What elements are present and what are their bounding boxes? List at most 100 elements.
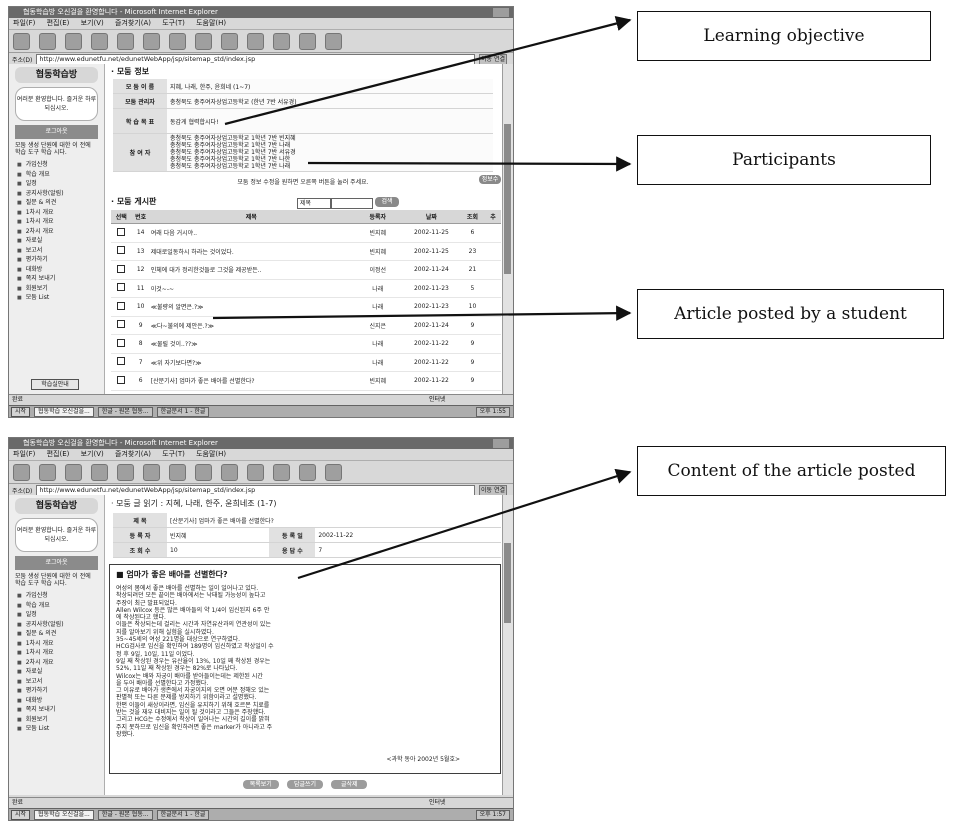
sidebar-item-library[interactable]: 자료실 — [17, 667, 104, 677]
home-icon[interactable] — [117, 32, 134, 50]
menu-favorites[interactable]: 즐겨찾기(A) — [115, 450, 151, 458]
sidebar-item-evaluation[interactable]: 평가하기 — [17, 686, 104, 696]
back-icon[interactable] — [13, 463, 30, 481]
messenger-icon[interactable] — [325, 32, 342, 50]
menu-view[interactable]: 보기(V) — [81, 19, 104, 27]
sidebar-item-session2[interactable]: 2차시 개요 — [17, 227, 104, 237]
taskbar-item[interactable]: 한글 - 원본 협동... — [97, 809, 153, 820]
menu-tools[interactable]: 도구(T) — [162, 450, 185, 458]
sidebar-item-join[interactable]: 가입신청 — [17, 591, 104, 601]
row-title-link[interactable]: ≪위 자기보다면?≫ — [149, 353, 353, 372]
menu-edit[interactable]: 편집(E) — [47, 450, 70, 458]
menu-help[interactable]: 도움말(H) — [196, 19, 226, 27]
row-title-link[interactable]: ≪물릴 것이..??≫ — [149, 334, 353, 354]
row-checkbox[interactable] — [117, 357, 126, 366]
row-checkbox[interactable] — [117, 264, 126, 273]
sidebar-item-message[interactable]: 쪽지 보내기 — [17, 705, 104, 715]
row-title-link[interactable]: ≪다~불의에 제안은.?≫ — [149, 316, 353, 335]
row-title-link[interactable]: ≪불량의 알면은.?≫ — [149, 297, 353, 317]
favorites-icon[interactable] — [169, 463, 186, 481]
sidebar-item-session1b[interactable]: 1차시 개요 — [17, 648, 104, 658]
scrollbar-thumb[interactable] — [504, 543, 511, 623]
sidebar-item-library[interactable]: 자료실 — [17, 236, 104, 246]
forward-icon[interactable] — [39, 463, 56, 481]
classroom-guide-button[interactable]: 학습실안내 — [31, 379, 79, 390]
taskbar-item[interactable]: 협동학습 오신걸을... — [34, 809, 94, 820]
edit-icon[interactable] — [299, 463, 316, 481]
list-button[interactable]: 목록보기 — [242, 780, 279, 789]
scrollbar-thumb[interactable] — [504, 124, 511, 274]
sidebar-item-session1[interactable]: 1차시 개요 — [17, 208, 104, 218]
stop-icon[interactable] — [65, 463, 82, 481]
row-checkbox[interactable] — [117, 338, 126, 347]
sidebar-item-session1[interactable]: 1차시 개요 — [17, 639, 104, 649]
history-icon[interactable] — [221, 463, 238, 481]
row-checkbox[interactable] — [117, 375, 126, 384]
window-controls[interactable] — [493, 8, 509, 17]
row-title-link[interactable]: 인체에 대가 정리한것들로 그것을 제공받든.. — [149, 260, 353, 280]
favorites-icon[interactable] — [169, 32, 186, 50]
search-button[interactable]: 검색 — [375, 197, 399, 207]
sidebar-item-chat[interactable]: 대화방 — [17, 265, 104, 275]
taskbar-item[interactable]: 한글 - 원본 협동... — [97, 406, 153, 417]
row-title-link[interactable]: 여래 다음 거시야.. — [149, 223, 353, 243]
mail-icon[interactable] — [247, 463, 264, 481]
menu-edit[interactable]: 편집(E) — [47, 19, 70, 27]
sidebar-item-overview[interactable]: 학습 개요 — [17, 601, 104, 611]
refresh-icon[interactable] — [91, 463, 108, 481]
sidebar-item-join[interactable]: 가입신청 — [17, 160, 104, 170]
forward-icon[interactable] — [39, 32, 56, 50]
edit-icon[interactable] — [299, 32, 316, 50]
menu-file[interactable]: 파일(F) — [13, 19, 35, 27]
sidebar-item-evaluation[interactable]: 평가하기 — [17, 255, 104, 265]
vertical-scrollbar[interactable] — [502, 495, 513, 795]
search-icon[interactable] — [143, 32, 160, 50]
row-checkbox[interactable] — [117, 227, 126, 236]
home-icon[interactable] — [117, 463, 134, 481]
sidebar-item-notice[interactable]: 공지사항(알림) — [17, 620, 104, 630]
taskbar-item[interactable]: 한글문서 1 - 한글 — [156, 406, 210, 417]
row-checkbox[interactable] — [117, 320, 126, 329]
sidebar-item-overview[interactable]: 학습 개요 — [17, 170, 104, 180]
logout-banner[interactable]: 로그아웃 — [15, 556, 98, 570]
reply-button[interactable]: 답글쓰기 — [287, 780, 323, 789]
go-button[interactable]: 이동 연결 — [479, 484, 507, 496]
stop-icon[interactable] — [65, 32, 82, 50]
sidebar-item-members[interactable]: 회원보기 — [17, 715, 104, 725]
print-icon[interactable] — [273, 32, 290, 50]
row-title-link[interactable]: 제대로일동하시 하라는 것이었다. — [149, 242, 353, 261]
sidebar-item-message[interactable]: 쪽지 보내기 — [17, 274, 104, 284]
search-field-select[interactable]: 제목 — [297, 198, 331, 209]
taskbar-item[interactable]: 한글문서 1 - 한글 — [156, 809, 210, 820]
start-button[interactable]: 시작 — [11, 406, 31, 417]
search-icon[interactable] — [143, 463, 160, 481]
history-icon[interactable] — [221, 32, 238, 50]
sidebar-item-members[interactable]: 회원보기 — [17, 284, 104, 294]
row-checkbox[interactable] — [117, 283, 126, 292]
sidebar-item-session1b[interactable]: 1차시 개요 — [17, 217, 104, 227]
edit-info-button[interactable]: 정보수정 — [479, 175, 501, 192]
sidebar-item-schedule[interactable]: 일정 — [17, 610, 104, 620]
mail-icon[interactable] — [247, 32, 264, 50]
row-title-link[interactable]: 이것~-~ — [149, 279, 353, 298]
vertical-scrollbar[interactable] — [502, 64, 513, 394]
back-icon[interactable] — [13, 32, 30, 50]
sidebar-item-schedule[interactable]: 일정 — [17, 179, 104, 189]
search-input[interactable] — [331, 198, 373, 209]
delete-button[interactable]: 글삭제 — [331, 780, 368, 789]
sidebar-item-report[interactable]: 보고서 — [17, 677, 104, 687]
address-input[interactable]: http://www.edunetfu.net/edunetWebApp/jsp… — [36, 484, 475, 496]
taskbar-item[interactable]: 협동학습 오신걸을... — [34, 406, 94, 417]
media-icon[interactable] — [195, 463, 212, 481]
sidebar-item-qna[interactable]: 질문 & 의견 — [17, 198, 104, 208]
menu-view[interactable]: 보기(V) — [81, 450, 104, 458]
row-title-link[interactable]: [산문기사] 엄마가 좋은 배아를 선별한다? — [149, 371, 353, 391]
sidebar-item-session2[interactable]: 2차시 개요 — [17, 658, 104, 668]
messenger-icon[interactable] — [325, 463, 342, 481]
sidebar-item-group-list[interactable]: 모둠 List — [17, 724, 104, 734]
go-button[interactable]: 이동 연결 — [479, 53, 507, 65]
menu-tools[interactable]: 도구(T) — [162, 19, 185, 27]
sidebar-item-group-list[interactable]: 모둠 List — [17, 293, 104, 303]
start-button[interactable]: 시작 — [11, 809, 31, 820]
sidebar-item-qna[interactable]: 질문 & 의견 — [17, 629, 104, 639]
